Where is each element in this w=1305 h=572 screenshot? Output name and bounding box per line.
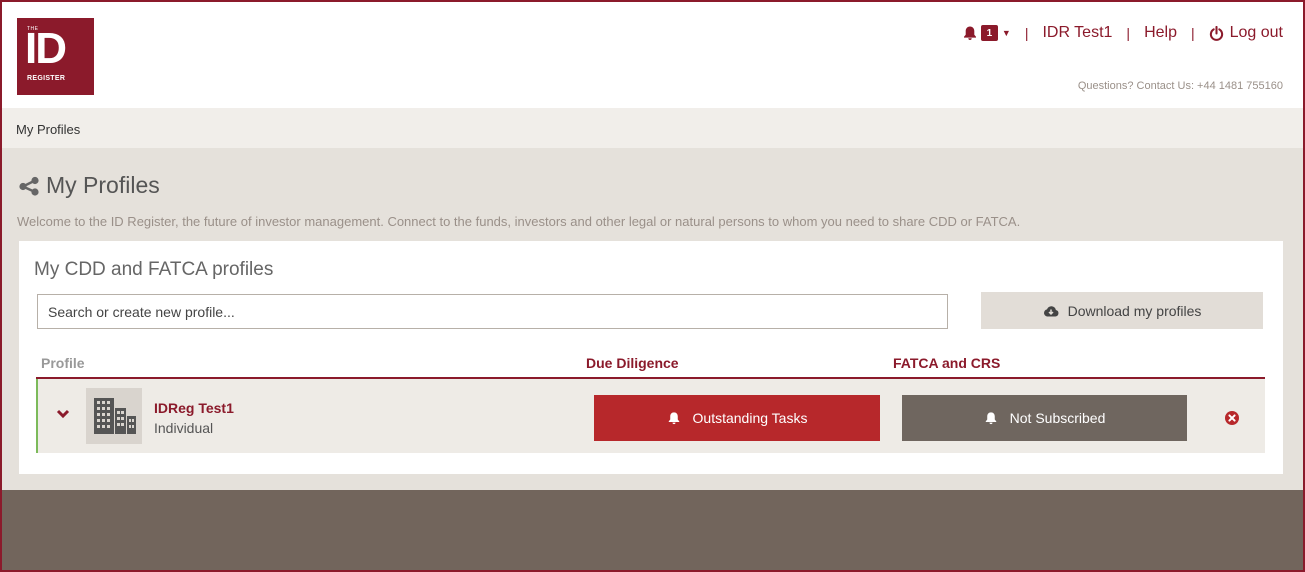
power-icon [1209, 25, 1223, 41]
logo-id: ID [25, 24, 67, 73]
nav-separator: | [1190, 25, 1195, 41]
table-row: IDReg Test1 Individual Outstanding Tasks… [36, 379, 1265, 453]
column-header-due-diligence[interactable]: Due Diligence [586, 355, 679, 371]
fatca-status: Not Subscribed [1009, 410, 1106, 426]
welcome-text: Welcome to the ID Register, the future o… [17, 214, 1021, 229]
column-header-profile[interactable]: Profile [41, 355, 85, 371]
download-profiles-button[interactable]: Download my profiles [981, 292, 1263, 329]
logo[interactable]: THE ID REGISTER [17, 18, 94, 95]
profile-search-input[interactable] [37, 294, 948, 329]
bell-icon [985, 412, 996, 425]
due-diligence-status: Outstanding Tasks [692, 410, 808, 426]
header: THE ID REGISTER 1 ▼ | IDR Test1 | Help | [2, 2, 1303, 108]
caret-down-icon: ▼ [1001, 28, 1011, 38]
download-label: Download my profiles [1067, 302, 1202, 319]
profiles-card: My CDD and FATCA profiles Download my pr… [19, 241, 1283, 474]
user-link[interactable]: IDR Test1 [1042, 24, 1112, 42]
app-window: THE ID REGISTER 1 ▼ | IDR Test1 | Help | [0, 0, 1305, 572]
breadcrumb: My Profiles [2, 108, 1303, 148]
page-title-text: My Profiles [46, 172, 160, 198]
nav-separator: | [1126, 25, 1131, 41]
footer [2, 490, 1303, 570]
profile-name[interactable]: IDReg Test1 [154, 400, 234, 416]
help-link[interactable]: Help [1144, 24, 1177, 42]
profile-type: Individual [154, 420, 214, 436]
not-subscribed-button[interactable]: Not Subscribed [902, 395, 1187, 441]
logout-link[interactable]: Log out [1209, 24, 1283, 42]
notifications-menu[interactable]: 1 ▼ [962, 25, 1011, 41]
column-header-fatca[interactable]: FATCA and CRS [893, 355, 1000, 371]
bell-icon [963, 26, 976, 40]
nav-separator: | [1024, 25, 1029, 41]
card-title: My CDD and FATCA profiles [34, 259, 274, 280]
outstanding-tasks-button[interactable]: Outstanding Tasks [594, 395, 880, 441]
contact-info: Questions? Contact Us: +44 1481 755160 [1077, 80, 1283, 92]
close-circle-icon[interactable] [1225, 411, 1239, 425]
page-title: My Profiles [18, 172, 160, 199]
logout-label: Log out [1229, 24, 1283, 41]
logo-register: REGISTER [27, 75, 66, 82]
breadcrumb-item[interactable]: My Profiles [16, 122, 80, 137]
main-content: My Profiles Welcome to the ID Register, … [2, 148, 1303, 490]
top-nav: 1 ▼ | IDR Test1 | Help | Log out [962, 22, 1283, 44]
notification-count-badge: 1 [980, 25, 998, 41]
bell-icon [668, 412, 679, 425]
building-icon [94, 398, 136, 434]
cloud-download-icon [1043, 306, 1059, 317]
chevron-down-icon[interactable] [56, 409, 70, 419]
profile-avatar [86, 388, 142, 444]
share-icon [19, 176, 39, 196]
